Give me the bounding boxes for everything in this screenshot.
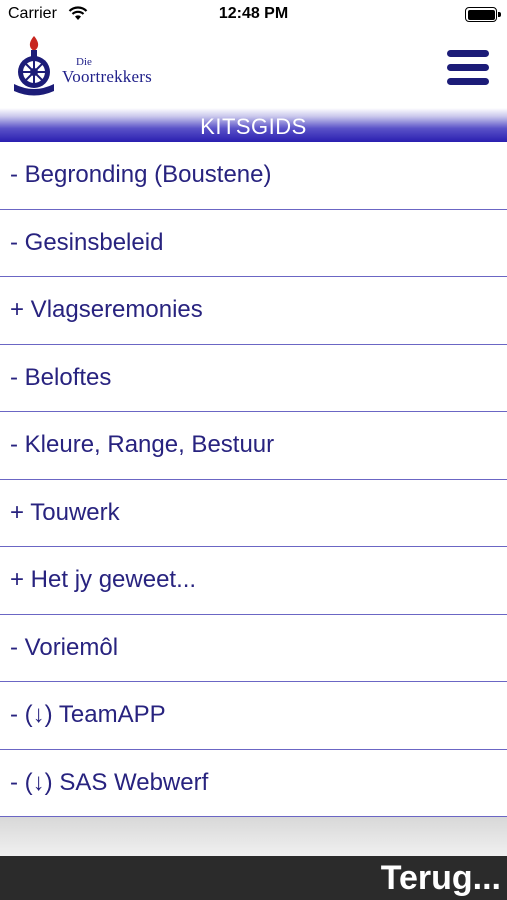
logo-text: Voortrekkers <box>62 67 152 86</box>
menu-item-label: - Beloftes <box>10 363 112 391</box>
menu-list: - Begronding (Boustene) - Gesinsbeleid +… <box>0 142 507 817</box>
menu-item-label: + Touwerk <box>10 498 120 526</box>
voortrekkers-logo: Die Voortrekkers <box>10 34 180 102</box>
list-bottom-background <box>0 817 507 856</box>
menu-item-label: - Gesinsbeleid <box>10 228 164 256</box>
menu-item-label: - (↓) TeamAPP <box>10 701 166 728</box>
app-header: Die Voortrekkers <box>0 28 507 108</box>
menu-item-gesinsbeleid[interactable]: - Gesinsbeleid <box>0 209 507 277</box>
menu-item-label: - Kleure, Range, Bestuur <box>10 431 275 458</box>
menu-item-label: + Het jy geweet... <box>10 566 197 593</box>
menu-item-label: - Begronding (Boustene) <box>10 161 272 188</box>
menu-item-beloftes[interactable]: - Beloftes <box>0 344 507 412</box>
page-title: KITSGIDS <box>200 114 307 139</box>
page-title-bar: KITSGIDS <box>0 108 507 142</box>
menu-item-begronding[interactable]: - Begronding (Boustene) <box>0 142 507 210</box>
menu-item-kleure-range-bestuur[interactable]: - Kleure, Range, Bestuur <box>0 412 507 480</box>
menu-item-label: - (↓) SAS Webwerf <box>10 768 209 796</box>
menu-item-voriemol[interactable]: - Voriemôl <box>0 614 507 682</box>
battery-icon <box>465 7 501 22</box>
menu-item-touwerk[interactable]: + Touwerk <box>0 479 507 547</box>
voortrekkers-emblem-icon <box>10 34 58 98</box>
hamburger-menu-icon[interactable] <box>447 50 489 86</box>
footer-bar: Terug... <box>0 856 507 900</box>
menu-item-label: - Voriemôl <box>10 633 119 661</box>
back-button[interactable]: Terug... <box>381 858 501 898</box>
menu-item-het-jy-geweet[interactable]: + Het jy geweet... <box>0 547 507 615</box>
menu-item-sas-webwerf[interactable]: - (↓) SAS Webwerf <box>0 749 507 817</box>
status-bar: Carrier 12:48 PM <box>0 0 507 28</box>
menu-item-vlagseremonies[interactable]: + Vlagseremonies <box>0 277 507 345</box>
menu-item-teamapp[interactable]: - (↓) TeamAPP <box>0 682 507 750</box>
menu-item-label: + Vlagseremonies <box>10 296 203 323</box>
status-time: 12:48 PM <box>218 5 289 22</box>
